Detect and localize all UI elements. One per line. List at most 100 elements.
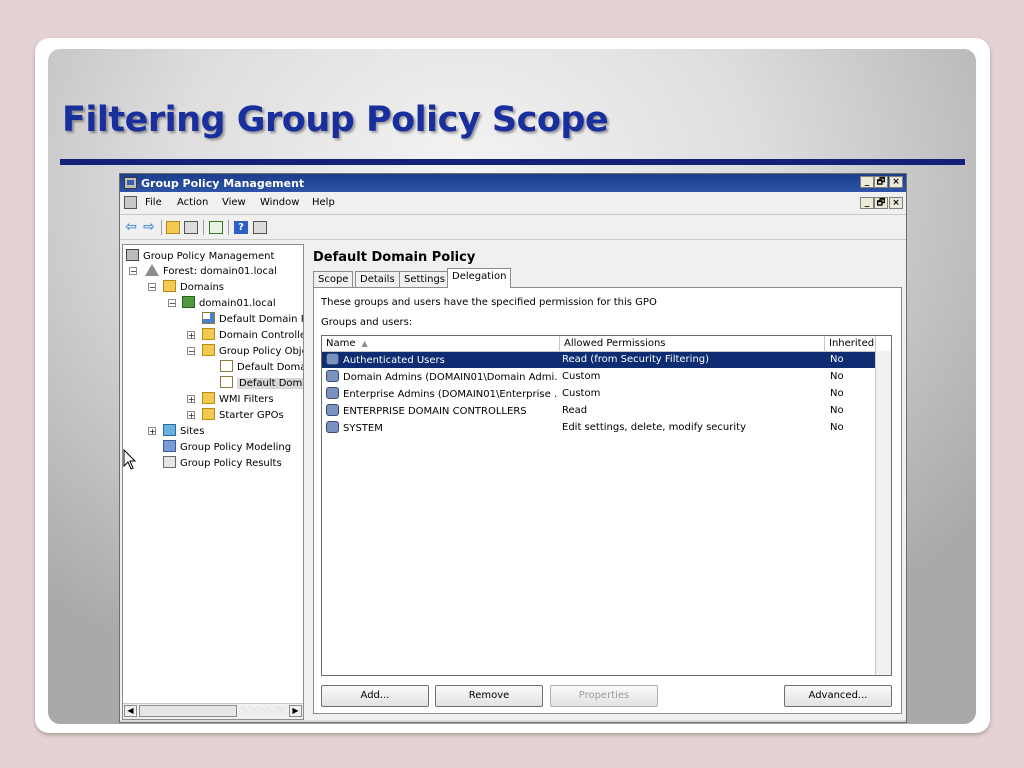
gpo-icon: [220, 360, 233, 372]
console-tree: Group Policy Management − Forest: domain…: [122, 244, 304, 720]
list-row[interactable]: SYSTEM Edit settings, delete, modify sec…: [322, 420, 876, 436]
forward-arrow-icon[interactable]: ⇨: [142, 220, 156, 234]
menu-bar: File Action View Window Help _ 🗗 ×: [120, 193, 906, 213]
back-arrow-icon[interactable]: ⇦: [124, 220, 138, 234]
tree-node-gpo-default-2[interactable]: Default Doma: [220, 376, 303, 390]
collapse-toggle[interactable]: −: [187, 347, 195, 356]
tree-node-label: Default Doma: [237, 362, 304, 373]
menu-view[interactable]: View: [222, 197, 246, 208]
gpo-link-icon: [202, 312, 215, 324]
show-hide-tree-icon[interactable]: [184, 221, 198, 234]
row-permissions: Read (from Security Filtering): [562, 354, 710, 365]
forest-icon: [145, 264, 159, 276]
tree-node-wmi-filters[interactable]: WMI Filters: [202, 392, 274, 406]
tree-node-default-domain-policy-link[interactable]: Default Domain Pc: [202, 312, 304, 326]
scroll-right-arrow-icon[interactable]: ▶: [289, 705, 302, 717]
tree-node-domain-controllers[interactable]: Domain Controller: [202, 328, 303, 342]
child-minimize-button[interactable]: _: [860, 197, 874, 209]
row-name: ENTERPRISE DOMAIN CONTROLLERS: [343, 406, 527, 417]
tree-node-gpo-folder[interactable]: Group Policy Obje: [202, 344, 303, 358]
list-row[interactable]: Enterprise Admins (DOMAIN01\Enterprise .…: [322, 386, 876, 402]
row-inherited: No: [830, 388, 844, 399]
menu-help[interactable]: Help: [312, 197, 335, 208]
tree-node-root[interactable]: Group Policy Management: [126, 249, 274, 263]
gpm-window: Group Policy Management _ 🗗 × File Actio…: [119, 173, 907, 723]
tree-node-label: Starter GPOs: [219, 410, 284, 421]
tab-details[interactable]: Details: [355, 271, 400, 287]
tree-node-label: Forest: domain01.local: [163, 266, 277, 277]
delegation-description: These groups and users have the specifie…: [321, 297, 657, 308]
expand-toggle[interactable]: +: [187, 411, 195, 420]
user-group-icon: [326, 370, 339, 382]
menu-file[interactable]: File: [145, 197, 162, 208]
tree-node-label: Group Policy Modeling: [180, 442, 292, 453]
properties-view-icon[interactable]: [253, 221, 267, 234]
remove-button[interactable]: Remove: [435, 685, 543, 707]
up-folder-icon[interactable]: [166, 221, 180, 234]
row-permissions: Custom: [562, 388, 601, 399]
scroll-track[interactable]: [239, 706, 287, 716]
toolbar-separator: [161, 220, 162, 235]
refresh-icon[interactable]: [209, 221, 223, 234]
child-close-button[interactable]: ×: [889, 197, 903, 209]
tree-node-label-selected: Default Doma: [237, 378, 303, 389]
tree-node-domain[interactable]: domain01.local: [182, 296, 276, 310]
row-inherited: No: [830, 405, 844, 416]
minimize-button[interactable]: _: [860, 176, 874, 188]
restore-button[interactable]: 🗗: [874, 176, 888, 188]
expand-toggle[interactable]: +: [148, 427, 156, 436]
list-row[interactable]: Domain Admins (DOMAIN01\Domain Admi... C…: [322, 369, 876, 385]
wmi-folder-icon: [202, 392, 215, 404]
tree-node-label: Domains: [180, 282, 225, 293]
tab-delegation[interactable]: Delegation: [447, 268, 512, 288]
collapse-toggle[interactable]: −: [129, 267, 137, 276]
collapse-toggle[interactable]: −: [148, 283, 156, 292]
menu-window[interactable]: Window: [260, 197, 299, 208]
tree-node-label: Default Domain Pc: [219, 314, 304, 325]
row-name: Domain Admins (DOMAIN01\Domain Admi...: [343, 372, 558, 383]
child-window-icon[interactable]: [124, 196, 137, 209]
list-row[interactable]: Authenticated Users Read (from Security …: [322, 352, 876, 368]
help-icon[interactable]: ?: [234, 221, 248, 234]
column-header-name[interactable]: Name ▲: [322, 336, 560, 351]
status-bar: [120, 720, 906, 722]
row-inherited: No: [830, 422, 844, 433]
tree-node-gpo-default-1[interactable]: Default Doma: [220, 360, 304, 374]
tree-node-domains[interactable]: Domains: [163, 280, 224, 294]
tree-horizontal-scrollbar[interactable]: ◀ ▶: [123, 703, 303, 719]
tab-scope[interactable]: Scope: [313, 271, 354, 287]
scroll-thumb[interactable]: [139, 705, 237, 717]
list-row[interactable]: ENTERPRISE DOMAIN CONTROLLERS Read No: [322, 403, 876, 419]
tree-node-results[interactable]: Group Policy Results: [163, 456, 282, 470]
title-bar[interactable]: Group Policy Management _ 🗗 ×: [120, 174, 906, 192]
domains-folder-icon: [163, 280, 176, 292]
row-inherited: No: [830, 354, 844, 365]
scroll-left-arrow-icon[interactable]: ◀: [124, 705, 137, 717]
properties-button[interactable]: Properties: [550, 685, 658, 707]
mouse-pointer-icon: [123, 449, 137, 470]
column-header-inherited[interactable]: Inherited: [825, 336, 876, 351]
user-group-icon: [326, 421, 339, 433]
tree-node-sites[interactable]: Sites: [163, 424, 204, 438]
tree-node-modeling[interactable]: Group Policy Modeling: [163, 440, 291, 454]
add-button[interactable]: Add...: [321, 685, 429, 707]
tree-node-starter-gpos[interactable]: Starter GPOs: [202, 408, 284, 422]
permissions-list: Name ▲ Allowed Permissions Inherited Auth…: [321, 335, 892, 676]
column-header-permissions[interactable]: Allowed Permissions: [560, 336, 825, 351]
row-name: Authenticated Users: [343, 355, 445, 366]
groups-users-label: Groups and users:: [321, 317, 413, 328]
collapse-toggle[interactable]: −: [168, 299, 176, 308]
results-icon: [163, 456, 176, 468]
close-button[interactable]: ×: [889, 176, 903, 188]
sort-ascending-icon: ▲: [361, 339, 368, 348]
expand-toggle[interactable]: +: [187, 395, 195, 404]
child-restore-button[interactable]: 🗗: [874, 197, 888, 209]
expand-toggle[interactable]: +: [187, 331, 195, 340]
tree-node-forest[interactable]: Forest: domain01.local: [145, 264, 277, 278]
advanced-button[interactable]: Advanced...: [784, 685, 892, 707]
list-vertical-scrollbar[interactable]: [875, 351, 891, 675]
menu-action[interactable]: Action: [177, 197, 208, 208]
gpm-icon: [126, 249, 139, 261]
toolbar-separator: [228, 220, 229, 235]
tab-settings[interactable]: Settings: [399, 271, 451, 287]
